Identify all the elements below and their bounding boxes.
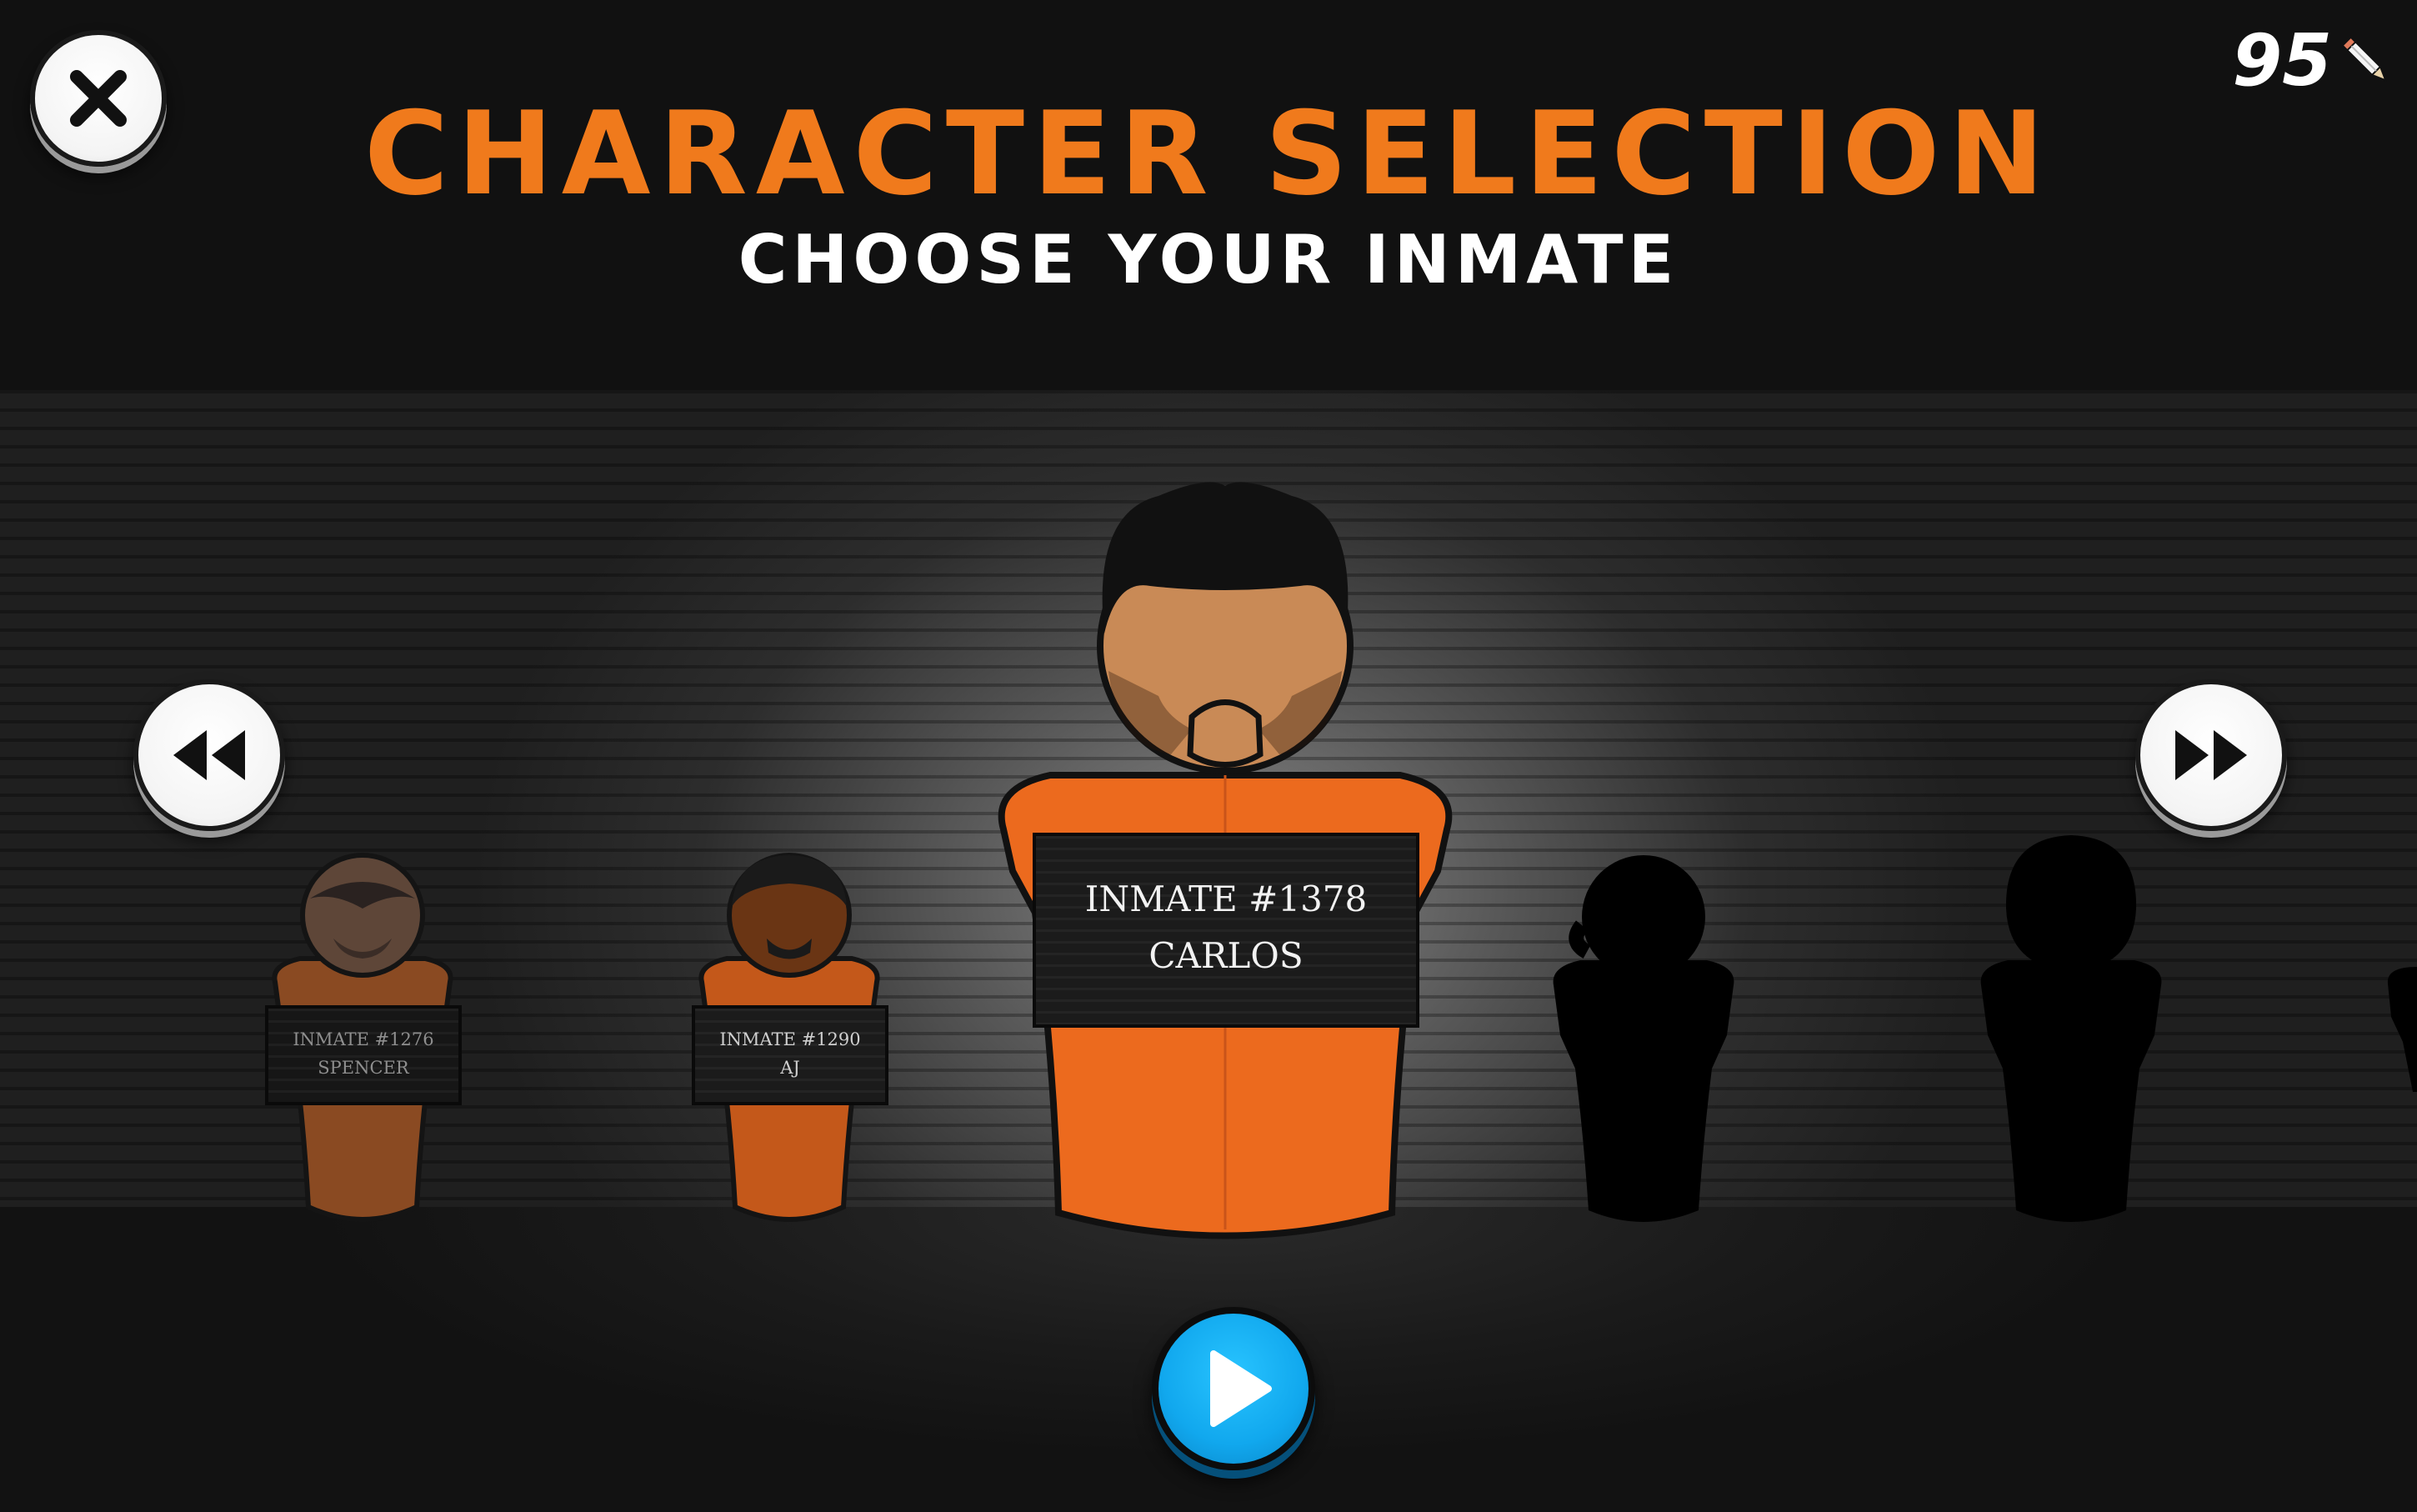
- inmate-number: INMATE #1290: [719, 1029, 861, 1049]
- close-icon: [70, 70, 127, 127]
- rewind-icon: [173, 730, 245, 780]
- play-button[interactable]: [1152, 1307, 1315, 1470]
- inmate-placard: INMATE #1378 CARLOS: [1033, 833, 1419, 1028]
- inmate-placard: INMATE #1290 AJ: [692, 1005, 888, 1105]
- character-locked[interactable]: [1527, 842, 1760, 1242]
- play-icon: [1210, 1350, 1272, 1427]
- inmate-name: CARLOS: [1148, 935, 1304, 976]
- inmate-name: AJ: [780, 1058, 800, 1078]
- character-aj[interactable]: INMATE #1290 AJ: [677, 840, 902, 1240]
- inmate-number: INMATE #1378: [1084, 879, 1368, 919]
- inmate-placard: INMATE #1276 SPENCER: [265, 1005, 462, 1105]
- character-carlos-selected[interactable]: INMATE #1378 CARLOS: [992, 479, 1459, 1279]
- character-locked[interactable]: [2379, 967, 2417, 1117]
- currency-counter: 95: [2232, 15, 2392, 107]
- character-selection-screen: CHARACTER SELECTION CHOOSE YOUR INMATE 9…: [0, 0, 2417, 1512]
- currency-value: 95: [2232, 19, 2332, 103]
- locked-silhouette: [1553, 855, 1734, 1222]
- character-spencer[interactable]: INMATE #1276 SPENCER: [250, 840, 475, 1240]
- screen-subtitle: CHOOSE YOUR INMATE: [738, 221, 1679, 298]
- inmate-number: INMATE #1276: [293, 1029, 434, 1049]
- fast-forward-icon: [2175, 730, 2247, 780]
- pencil-icon: [2341, 36, 2388, 83]
- character-locked[interactable]: [1954, 834, 2188, 1242]
- next-character-button[interactable]: [2135, 679, 2287, 831]
- locked-silhouette: [2387, 967, 2417, 1092]
- inmate-name: SPENCER: [318, 1058, 409, 1078]
- previous-character-button[interactable]: [133, 679, 285, 831]
- close-button[interactable]: [30, 30, 167, 167]
- locked-silhouette: [1980, 835, 2162, 1222]
- screen-title: CHARACTER SELECTION: [363, 87, 2054, 221]
